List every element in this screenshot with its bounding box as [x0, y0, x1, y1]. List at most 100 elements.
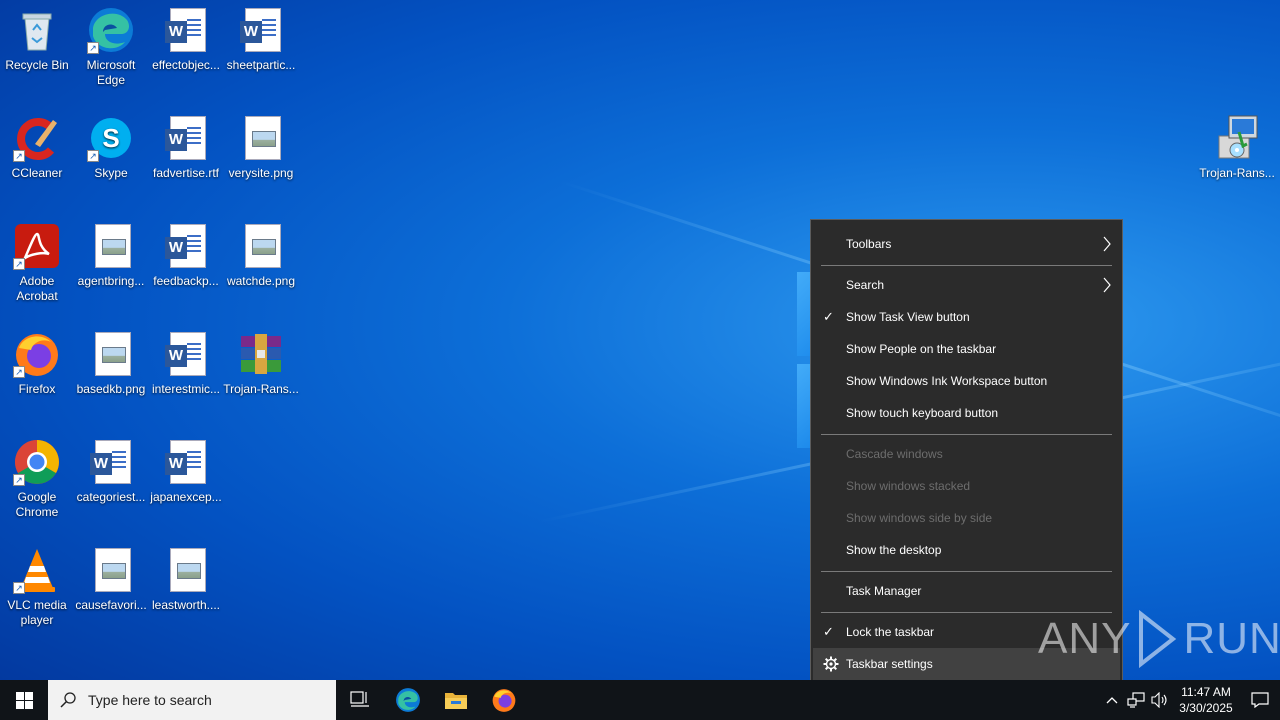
menu-item-label: Show the desktop — [846, 543, 942, 557]
taskbar-firefox-button[interactable] — [480, 680, 528, 720]
desktop-icon-microsoft-edge[interactable]: ↗ Microsoft Edge — [73, 6, 149, 88]
menu-item-search[interactable]: Search — [813, 269, 1120, 301]
desktop-icon-label: Recycle Bin — [5, 58, 69, 72]
menu-item-task-manager[interactable]: Task Manager — [813, 575, 1120, 607]
watermark-text: RUN — [1183, 614, 1280, 663]
vlc-icon: ↗ — [13, 546, 61, 594]
firefox-icon — [492, 689, 516, 712]
menu-item-label: Task Manager — [846, 584, 922, 598]
desktop-icon-ccleaner[interactable]: ↗ CCleaner — [0, 114, 75, 181]
watermark-text: ANY — [1038, 614, 1132, 663]
svg-text:S: S — [102, 123, 119, 153]
search-input[interactable] — [88, 692, 328, 708]
desktop-icon-label: sheetpartic... — [226, 58, 296, 72]
desktop-icon-label: Firefox — [18, 382, 56, 396]
menu-item-windows-side-by-side: Show windows side by side — [813, 502, 1120, 534]
network-icon — [1127, 692, 1145, 708]
desktop-icon-label: causefavori... — [75, 598, 147, 612]
desktop-icon-file[interactable]: W japanexcep... — [148, 438, 224, 505]
checkmark-icon: ✓ — [823, 309, 834, 324]
desktop-icon-adobe-acrobat[interactable]: ↗ Adobe Acrobat — [0, 222, 75, 304]
notification-icon — [1251, 692, 1269, 708]
desktop-icon-google-chrome[interactable]: ↗ Google Chrome — [0, 438, 75, 520]
menu-item-label: Show Windows Ink Workspace button — [846, 374, 1048, 388]
show-hidden-icons-button[interactable] — [1100, 680, 1124, 720]
network-button[interactable] — [1124, 680, 1148, 720]
desktop-icon-label: fadvertise.rtf — [152, 166, 220, 180]
word-document-icon: W — [162, 438, 210, 486]
menu-item-label: Lock the taskbar — [846, 625, 935, 639]
desktop-icon-file[interactable]: basedkb.png — [73, 330, 149, 397]
image-file-icon — [237, 114, 285, 162]
desktop-icon-file[interactable]: W feedbackp... — [148, 222, 224, 289]
menu-item-show-task-view[interactable]: ✓ Show Task View button — [813, 301, 1120, 333]
desktop-icon-file[interactable]: verysite.png — [223, 114, 299, 181]
desktop-icon-label: basedkb.png — [76, 382, 146, 396]
menu-item-show-people[interactable]: Show People on the taskbar — [813, 333, 1120, 365]
desktop-icon-file[interactable]: Trojan-Rans... — [223, 330, 299, 397]
start-button[interactable] — [0, 680, 48, 720]
taskbar: 11:47 AM 3/30/2025 — [0, 680, 1280, 720]
desktop-icon-label: Trojan-Rans... — [1199, 166, 1275, 180]
winrar-archive-icon — [237, 330, 285, 378]
menu-item-toolbars[interactable]: Toolbars — [813, 228, 1120, 260]
desktop-icon-firefox[interactable]: ↗ Firefox — [0, 330, 75, 397]
action-center-button[interactable] — [1240, 680, 1280, 720]
desktop-icon-label: verysite.png — [228, 166, 294, 180]
desktop-icon-file[interactable]: causefavori... — [73, 546, 149, 613]
desktop-icon-label: VLC media player — [7, 598, 67, 627]
word-document-icon: W — [162, 114, 210, 162]
desktop-icon-file[interactable]: leastworth.... — [148, 546, 224, 613]
system-tray: 11:47 AM 3/30/2025 — [1100, 680, 1280, 720]
image-file-icon — [162, 546, 210, 594]
ccleaner-icon: ↗ — [13, 114, 61, 162]
folder-icon — [445, 693, 467, 709]
word-document-icon: W — [237, 6, 285, 54]
word-document-icon: W — [87, 438, 135, 486]
installer-icon — [1213, 114, 1261, 162]
shortcut-arrow-icon: ↗ — [13, 366, 25, 378]
taskbar-file-explorer-button[interactable] — [432, 680, 480, 720]
desktop-icon-label: Skype — [94, 166, 128, 180]
desktop-icon-file[interactable]: agentbring... — [73, 222, 149, 289]
desktop-icon-file[interactable]: W effectobjec... — [148, 6, 224, 73]
chevron-up-icon — [1106, 697, 1118, 704]
taskbar-edge-button[interactable] — [384, 680, 432, 720]
desktop-icon-file[interactable]: watchde.png — [223, 222, 299, 289]
desktop-icon-label: japanexcep... — [150, 490, 222, 504]
menu-item-label: Show windows side by side — [846, 511, 993, 525]
task-view-button[interactable] — [336, 680, 384, 720]
desktop-icon-file[interactable]: W categoriest... — [73, 438, 149, 505]
gear-icon — [823, 656, 839, 672]
menu-item-show-desktop[interactable]: Show the desktop — [813, 534, 1120, 566]
windows-logo-icon — [15, 691, 33, 709]
desktop-icon-trojan-installer[interactable]: Trojan-Rans... — [1199, 114, 1275, 181]
desktop-icon-file[interactable]: W fadvertise.rtf — [148, 114, 224, 181]
menu-item-show-ink-workspace[interactable]: Show Windows Ink Workspace button — [813, 365, 1120, 397]
menu-item-windows-stacked: Show windows stacked — [813, 470, 1120, 502]
shortcut-arrow-icon: ↗ — [13, 474, 25, 486]
desktop-icon-file[interactable]: W interestmic... — [148, 330, 224, 397]
word-document-icon: W — [162, 222, 210, 270]
taskbar-search-box[interactable] — [48, 680, 336, 720]
word-document-icon: W — [162, 330, 210, 378]
word-document-icon: W — [162, 6, 210, 54]
desktop-icon-skype[interactable]: S ↗ Skype — [73, 114, 149, 181]
anyrun-watermark: ANY RUN — [1038, 610, 1280, 668]
volume-button[interactable] — [1148, 680, 1172, 720]
acrobat-icon: ↗ — [13, 222, 61, 270]
menu-item-show-touch-keyboard[interactable]: Show touch keyboard button — [813, 397, 1120, 429]
edge-icon — [396, 688, 420, 712]
play-logo-icon — [1139, 610, 1177, 668]
desktop-icon-label: leastworth.... — [151, 598, 221, 612]
clock-time: 11:47 AM — [1181, 685, 1231, 699]
taskbar-clock[interactable]: 11:47 AM 3/30/2025 — [1172, 684, 1240, 716]
shortcut-arrow-icon: ↗ — [87, 42, 99, 54]
clock-date: 3/30/2025 — [1179, 701, 1233, 715]
desktop-icon-vlc[interactable]: ↗ VLC media player — [0, 546, 75, 628]
desktop-icon-recycle-bin[interactable]: Recycle Bin — [0, 6, 75, 73]
menu-item-cascade-windows: Cascade windows — [813, 438, 1120, 470]
desktop-icon-label: categoriest... — [76, 490, 146, 504]
desktop-icon-file[interactable]: W sheetpartic... — [223, 6, 299, 73]
chrome-icon: ↗ — [13, 438, 61, 486]
